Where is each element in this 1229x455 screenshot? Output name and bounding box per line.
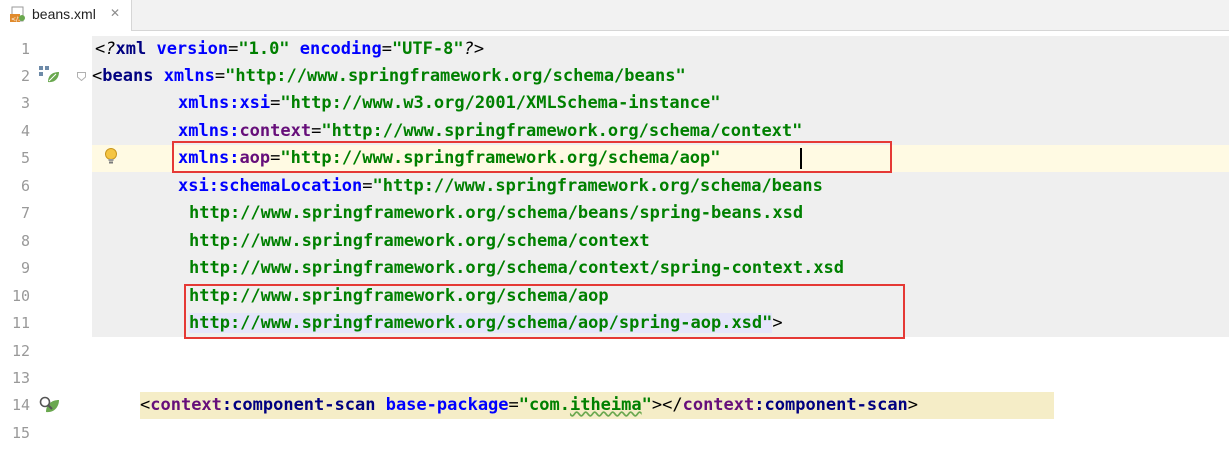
line-number: 15 (11, 424, 30, 442)
code-editor[interactable]: <?xml version="1.0" encoding="UTF-8"?> <… (92, 31, 1229, 455)
tab-beans-xml[interactable]: </> beans.xml ✕ (0, 0, 132, 31)
line-number: 14 (11, 396, 30, 414)
aop-schema-highlight-box (184, 284, 905, 339)
code-line-8: http://www.springframework.org/schema/co… (189, 231, 650, 251)
code-line-9: http://www.springframework.org/schema/co… (189, 258, 845, 278)
line-number: 1 (20, 40, 30, 58)
line-number: 6 (20, 177, 30, 195)
line-number: 12 (11, 342, 30, 360)
line-number: 4 (20, 122, 30, 140)
spring-search-gutter-icon[interactable] (38, 394, 60, 416)
editor-tab-bar: </> beans.xml ✕ (0, 0, 1229, 31)
code-line-3: xmlns:xsi="http://www.w3.org/2001/XMLSch… (178, 93, 721, 113)
line-number: 9 (20, 259, 30, 277)
code-line-6: xsi:schemaLocation="http://www.springfra… (178, 176, 823, 196)
code-line-2: <beans xmlns="http://www.springframework… (92, 66, 686, 86)
fold-marker-icon[interactable] (77, 72, 86, 81)
code-line-1: <?xml version="1.0" encoding="UTF-8"?> (95, 39, 485, 59)
code-line-14: <context:component-scan base-package="co… (140, 395, 919, 415)
xml-file-icon: </> (10, 6, 25, 23)
line-number: 3 (20, 94, 30, 112)
line-number: 11 (11, 314, 30, 332)
line-number-gutter: 1 2 3 4 5 6 7 8 9 10 11 12 13 14 15 (0, 31, 92, 455)
line-number: 8 (20, 232, 30, 250)
aop-namespace-highlight-box (172, 141, 892, 173)
code-line-7: http://www.springframework.org/schema/be… (189, 203, 804, 223)
line-number: 2 (20, 67, 30, 85)
close-tab-icon[interactable]: ✕ (110, 6, 120, 20)
tab-filename: beans.xml (32, 6, 96, 22)
spring-bean-gutter-icon[interactable] (38, 64, 60, 86)
line-number: 13 (11, 369, 30, 387)
lightbulb-icon[interactable] (104, 147, 118, 165)
line-number: 5 (20, 149, 30, 167)
line-number: 7 (20, 204, 30, 222)
line-number: 10 (11, 287, 30, 305)
